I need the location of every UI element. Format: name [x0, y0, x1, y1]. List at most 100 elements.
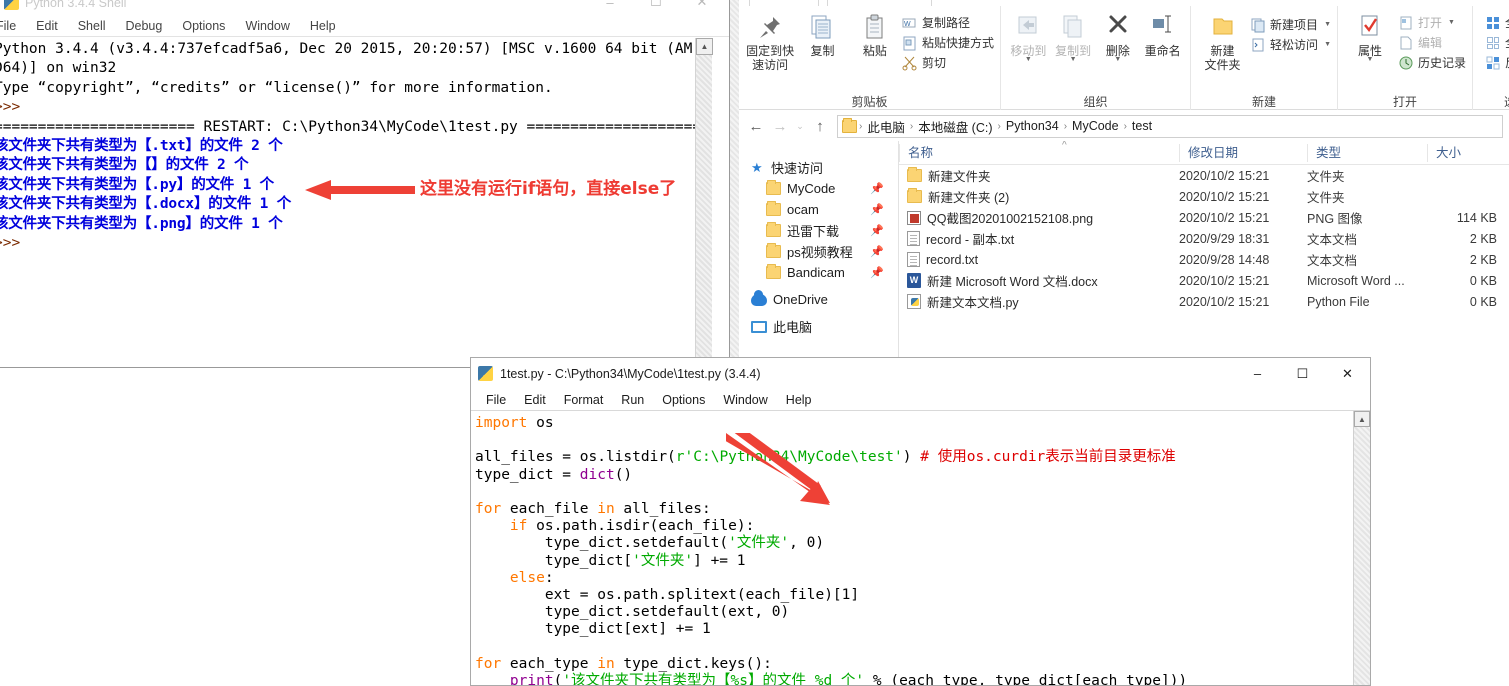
pin-to-quick-access-button[interactable]: 固定到快 速访问	[745, 10, 795, 72]
copy-button[interactable]: 复制	[797, 10, 847, 58]
invert-selection-button[interactable]: 反向选择	[1485, 54, 1509, 71]
pin-icon[interactable]: 📌	[870, 245, 884, 258]
edit-button[interactable]: 编辑	[1398, 34, 1466, 51]
sidebar-item-quick-access[interactable]: ★ 快速访问	[739, 157, 898, 178]
idle-maximize-button[interactable]: ☐	[1280, 358, 1325, 389]
shell-transcript: Python 3.4.4 (v3.4.4:737efcadf5a6, Dec 2…	[0, 40, 710, 253]
cut-button[interactable]: 剪切	[902, 54, 994, 71]
copy-to-button[interactable]: 复制到 ▼	[1052, 10, 1095, 63]
shell-menu-file[interactable]: File	[0, 16, 26, 36]
table-row[interactable]: 新建文件夹 2020/10/2 15:21 文件夹	[899, 165, 1509, 186]
pin-icon	[755, 12, 785, 42]
copy-to-chevron-down-icon[interactable]: ▼	[1070, 56, 1077, 63]
properties-button[interactable]: 属性 ▼	[1344, 10, 1396, 63]
breadcrumb-python34[interactable]: Python34	[1003, 119, 1062, 133]
file-size: 114 KB	[1456, 210, 1497, 225]
shell-menu-window[interactable]: Window	[235, 16, 299, 36]
move-to-chevron-down-icon[interactable]: ▼	[1025, 56, 1032, 63]
back-button[interactable]: ←	[745, 115, 767, 137]
address-bar[interactable]: › 此电脑 › 本地磁盘 (C:) › Python34 › MyCode › …	[837, 114, 1503, 138]
table-row[interactable]: record.txt 2020/9/28 14:48 文本文档 2 KB	[899, 249, 1509, 270]
idle-menu-help[interactable]: Help	[777, 393, 821, 407]
idle-menu-options[interactable]: Options	[653, 393, 714, 407]
breadcrumb-mycode[interactable]: MyCode	[1069, 119, 1122, 133]
new-folder-label-1: 新建	[1210, 44, 1235, 58]
sidebar-item-bandicam[interactable]: Bandicam 📌	[739, 262, 898, 283]
select-all-button[interactable]: 全部选择	[1485, 14, 1509, 31]
up-button[interactable]: ↑	[809, 115, 831, 137]
sidebar-item-this-pc[interactable]: 此电脑	[739, 316, 898, 337]
sidebar-item-xunlei[interactable]: 迅雷下载 📌	[739, 220, 898, 241]
sidebar-label-onedrive: OneDrive	[773, 292, 828, 307]
sidebar-item-onedrive[interactable]: OneDrive	[739, 289, 898, 310]
table-row[interactable]: record - 副本.txt 2020/9/29 18:31 文本文档 2 K…	[899, 228, 1509, 249]
idle-menu-format[interactable]: Format	[555, 393, 613, 407]
idle-menu-file[interactable]: File	[477, 393, 515, 407]
scroll-up-arrow-icon[interactable]: ▲	[696, 38, 713, 55]
file-size: 2 KB	[1469, 231, 1497, 246]
idle-vertical-scrollbar[interactable]: ▲	[1353, 411, 1370, 685]
table-row[interactable]: QQ截图20201002152108.png 2020/10/2 15:21 P…	[899, 207, 1509, 228]
delete-chevron-down-icon[interactable]: ▼	[1114, 56, 1121, 63]
column-header-type[interactable]: 类型	[1307, 143, 1427, 162]
shell-output-area[interactable]: Python 3.4.4 (v3.4.4:737efcadf5a6, Dec 2…	[0, 38, 729, 367]
new-item-button[interactable]: 新建项目 ▼	[1250, 16, 1331, 33]
paste-shortcut-button[interactable]: 粘贴快捷方式	[902, 34, 994, 51]
new-item-chevron-down-icon[interactable]: ▼	[1324, 21, 1331, 28]
shell-menu-debug[interactable]: Debug	[116, 16, 173, 36]
table-row[interactable]: W 新建 Microsoft Word 文档.docx 2020/10/2 15:…	[899, 270, 1509, 291]
folder-icon	[766, 222, 781, 237]
sidebar-item-ocam[interactable]: ocam 📌	[739, 199, 898, 220]
shell-close-button[interactable]: ✕	[679, 0, 725, 12]
table-row[interactable]: 新建文件夹 (2) 2020/10/2 15:21 文件夹	[899, 186, 1509, 207]
shell-menu-edit[interactable]: Edit	[26, 16, 68, 36]
idle-menu-edit[interactable]: Edit	[515, 393, 555, 407]
explorer-file-list[interactable]: ^ 名称 修改日期 类型 大小 新建文件夹 2020/10/2 15:21 文件…	[899, 141, 1509, 380]
column-header-date[interactable]: 修改日期	[1179, 143, 1307, 162]
pin-icon[interactable]: 📌	[870, 266, 884, 279]
shell-menu-help[interactable]: Help	[300, 16, 346, 36]
shell-maximize-button[interactable]: ☐	[633, 0, 679, 12]
easy-access-chevron-down-icon[interactable]: ▼	[1324, 41, 1331, 48]
recent-locations-button[interactable]: ⌄	[793, 115, 807, 137]
scissors-icon	[902, 55, 918, 71]
easy-access-button[interactable]: 轻松访问 ▼	[1250, 36, 1331, 53]
select-none-button[interactable]: 全部取消	[1485, 34, 1509, 51]
rename-button[interactable]: 重命名	[1141, 10, 1184, 58]
scroll-up-arrow-icon[interactable]: ▲	[1354, 411, 1370, 427]
sidebar-item-ps-tutorial[interactable]: ps视频教程 📌	[739, 241, 898, 262]
forward-button[interactable]: →	[769, 115, 791, 137]
new-item-label: 新建项目	[1270, 18, 1319, 32]
shell-menu-bar: File Edit Shell Debug Options Window Hel…	[0, 16, 729, 37]
pin-icon[interactable]: 📌	[870, 203, 884, 216]
shell-menu-options[interactable]: Options	[172, 16, 235, 36]
move-to-button[interactable]: 移动到 ▼	[1007, 10, 1050, 63]
breadcrumb-test[interactable]: test	[1129, 119, 1155, 133]
properties-chevron-down-icon[interactable]: ▼	[1367, 56, 1374, 63]
open-button[interactable]: 打开 ▼	[1398, 14, 1466, 31]
copy-path-button[interactable]: W 复制路径	[902, 14, 994, 31]
pin-icon[interactable]: 📌	[870, 224, 884, 237]
breadcrumb-local-disk[interactable]: 本地磁盘 (C:)	[915, 117, 995, 136]
breadcrumb-this-pc[interactable]: 此电脑	[864, 117, 908, 136]
idle-menu-run[interactable]: Run	[612, 393, 653, 407]
idle-menu-window[interactable]: Window	[714, 393, 776, 407]
table-row[interactable]: 新建文本文档.py 2020/10/2 15:21 Python File 0 …	[899, 291, 1509, 312]
open-chevron-down-icon[interactable]: ▼	[1448, 19, 1455, 26]
column-header-name[interactable]: 名称	[899, 143, 1179, 162]
paste-button[interactable]: 粘贴	[850, 10, 900, 58]
shell-menu-shell[interactable]: Shell	[68, 16, 116, 36]
file-size: 0 KB	[1469, 273, 1497, 288]
sidebar-item-mycode[interactable]: MyCode 📌	[739, 178, 898, 199]
shell-minimize-button[interactable]: –	[587, 0, 633, 12]
idle-code-area[interactable]: import os all_files = os.listdir(r'C:\Py…	[471, 411, 1370, 685]
history-button[interactable]: 历史记录	[1398, 54, 1466, 71]
shell-vertical-scrollbar[interactable]: ▲	[695, 38, 713, 367]
column-header-size[interactable]: 大小	[1427, 143, 1507, 162]
idle-close-button[interactable]: ✕	[1325, 358, 1370, 389]
new-folder-button[interactable]: 新建 文件夹	[1197, 10, 1248, 72]
ribbon-group-clipboard: 固定到快 速访问 复制 粘贴 W 复制路径 粘贴快捷方式 剪切 剪贴板	[739, 6, 1001, 110]
idle-minimize-button[interactable]: –	[1235, 358, 1280, 389]
pin-icon[interactable]: 📌	[870, 182, 884, 195]
delete-button[interactable]: 删除 ▼	[1097, 10, 1140, 63]
